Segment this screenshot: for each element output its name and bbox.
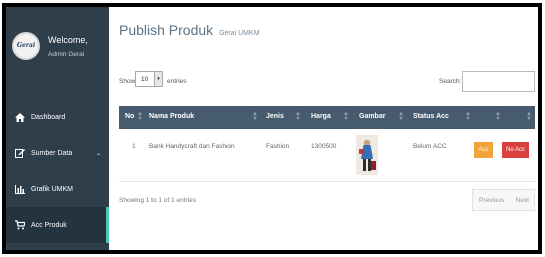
- show-label: Show: [119, 78, 136, 85]
- column-header-jenis[interactable]: Jenis: [266, 113, 284, 120]
- cell-jenis: Fashion: [266, 143, 290, 150]
- cell-status-acc: Belum ACC: [413, 143, 447, 150]
- edit-icon: [14, 148, 26, 158]
- sort-icon: ▲ ▼: [526, 111, 532, 122]
- pagination: Previous Next: [472, 189, 535, 211]
- chevron-down-icon: ⌄: [95, 150, 101, 157]
- sidebar-item-label: Grafik UMKM: [31, 185, 73, 193]
- sidebar-item-acc-produk[interactable]: Acc Produk: [6, 207, 109, 243]
- sidebar-item-label: Sumber Data: [31, 149, 73, 157]
- entries-label: entries: [167, 78, 187, 85]
- page-size-select[interactable]: 10 ▾: [135, 71, 163, 87]
- sidebar-item-sumber-data[interactable]: Sumber Data ⌄: [6, 135, 109, 171]
- home-icon: [14, 112, 26, 122]
- sort-icon: ▲ ▼: [495, 111, 501, 122]
- sort-icon: ▲ ▼: [343, 111, 349, 122]
- acc-button[interactable]: Acc: [474, 142, 493, 158]
- user-name: Admin Gerai: [48, 51, 85, 58]
- sidebar-item-label: Dashboard: [31, 113, 66, 121]
- cell-nama-produk: Bank Handycraft dan Fashion: [149, 143, 235, 150]
- table-info: Showing 1 to 1 of 1 entries: [119, 197, 196, 204]
- column-header-no[interactable]: No: [125, 113, 134, 120]
- app-window: Gerai Welcome, Admin Gerai Dashboard Sum…: [2, 3, 542, 254]
- column-header-status-acc[interactable]: Status Acc: [413, 113, 449, 120]
- column-header-nama-produk[interactable]: Nama Produk: [149, 113, 194, 120]
- no-acc-button[interactable]: No Acc: [502, 142, 529, 158]
- product-image: [356, 135, 378, 175]
- page-subtitle: Gerai UMKM: [219, 30, 260, 37]
- next-button[interactable]: Next: [516, 197, 529, 204]
- sidebar-item-grafik-umkm[interactable]: Grafik UMKM: [6, 171, 109, 207]
- profile-panel: Gerai Welcome, Admin Gerai: [6, 7, 109, 89]
- sidebar: Gerai Welcome, Admin Gerai Dashboard Sum…: [6, 7, 109, 250]
- sidebar-item-label: Acc Produk: [31, 221, 67, 229]
- search-label: Search:: [439, 78, 462, 85]
- page-size-value: 10: [141, 75, 149, 83]
- table-row: 1 Bank Handycraft dan Fashion Fashion 13…: [119, 129, 535, 182]
- sidebar-item-dashboard[interactable]: Dashboard: [6, 99, 109, 135]
- avatar: Gerai: [12, 32, 40, 60]
- sort-icon: ▲ ▼: [465, 111, 471, 122]
- bar-chart-icon: [14, 184, 26, 194]
- logo-text: Gerai: [16, 42, 36, 49]
- sort-icon: ▲ ▼: [295, 111, 301, 122]
- page-title: Publish Produk Gerai UMKM: [119, 22, 260, 38]
- page-title-text: Publish Produk: [119, 22, 214, 38]
- sort-icon: ▲ ▼: [137, 111, 143, 122]
- sort-icon: ▲ ▼: [398, 111, 404, 122]
- dropdown-arrow-icon: ▾: [154, 72, 162, 86]
- sort-icon: ▲ ▼: [252, 111, 258, 122]
- cell-no: 1: [132, 143, 136, 150]
- column-header-harga[interactable]: Harga: [311, 113, 331, 120]
- main-content: Publish Produk Gerai UMKM Show 10 ▾ entr…: [109, 7, 538, 250]
- cart-icon: [14, 220, 26, 230]
- table-header: No ▲ ▼ Nama Produk ▲ ▼ Jenis ▲ ▼ Harga ▲ ▼ G…: [119, 106, 535, 129]
- previous-button[interactable]: Previous: [473, 197, 504, 204]
- column-header-gambar[interactable]: Gambar: [359, 113, 385, 120]
- cell-harga: 1300500: [311, 143, 337, 150]
- search-input[interactable]: [462, 71, 535, 92]
- welcome-text: Welcome,: [48, 35, 88, 45]
